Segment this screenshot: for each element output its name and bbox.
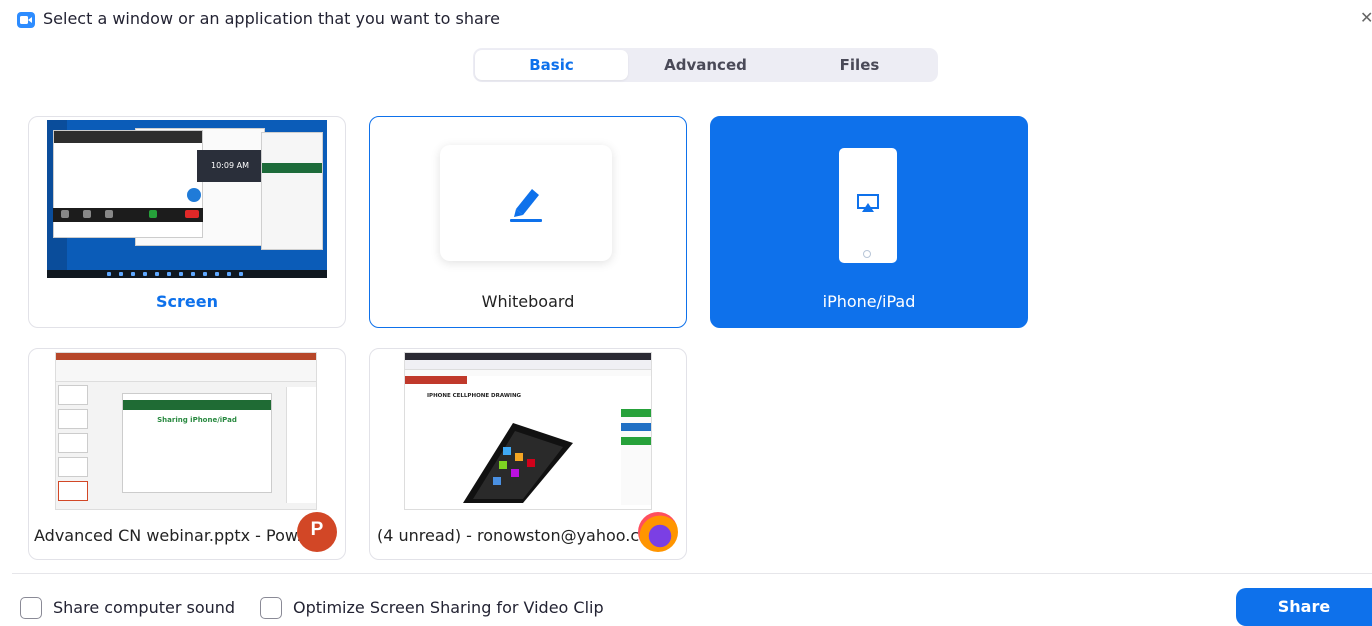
screen-label: Screen [156,292,218,311]
whiteboard-label: Whiteboard [481,292,575,311]
share-tabs: Basic Advanced Files [473,48,938,82]
screen-thumbnail-clock: 10:09 AM [197,150,263,182]
optimize-video-clip-checkbox[interactable] [260,597,282,619]
title-bar: Select a window or an application that y… [0,0,1372,40]
zoom-app-icon [17,12,35,28]
share-window-powerpoint[interactable]: Sharing iPhone/iPad Advanced CN webinar.… [28,348,346,560]
ppt-slide-title: Sharing iPhone/iPad [157,416,237,424]
powerpoint-thumbnail: Sharing iPhone/iPad [55,352,317,510]
tab-advanced[interactable]: Advanced [628,50,783,80]
tab-basic[interactable]: Basic [475,50,628,80]
browser-page-heading: IPHONE CELLPHONE DRAWING [427,393,522,399]
home-button-icon [863,250,871,258]
share-window-firefox[interactable]: IPHONE CELLPHONE DRAWING (4 unread) - ro… [369,348,687,560]
phone-illustration [839,148,897,263]
firefox-icon [638,512,678,552]
share-option-iphone-ipad[interactable]: iPhone/iPad [710,116,1028,328]
window-title: Select a window or an application that y… [43,9,500,28]
powerpoint-window-label: Advanced CN webinar.pptx - Pow... [34,526,312,545]
firefox-window-label: (4 unread) - ronowston@yahoo.c... [377,526,655,545]
share-option-whiteboard[interactable]: Whiteboard [369,116,687,328]
share-option-screen[interactable]: 10:09 AM Screen [28,116,346,328]
tab-files[interactable]: Files [783,50,936,80]
optimize-video-clip-label[interactable]: Optimize Screen Sharing for Video Clip [293,598,604,617]
share-computer-sound-label[interactable]: Share computer sound [53,598,235,617]
pen-icon [510,189,542,222]
whiteboard-preview [440,145,612,261]
screen-thumbnail: 10:09 AM [47,120,327,278]
iphone-ipad-label: iPhone/iPad [822,292,916,311]
close-icon[interactable]: ✕ [1360,8,1372,27]
airplay-icon [857,194,879,212]
phone-drawing-image [463,423,573,503]
powerpoint-icon: P [297,512,337,552]
share-computer-sound-checkbox[interactable] [20,597,42,619]
firefox-thumbnail: IPHONE CELLPHONE DRAWING [404,352,652,510]
footer-divider [12,573,1372,574]
share-button[interactable]: Share [1236,588,1372,626]
